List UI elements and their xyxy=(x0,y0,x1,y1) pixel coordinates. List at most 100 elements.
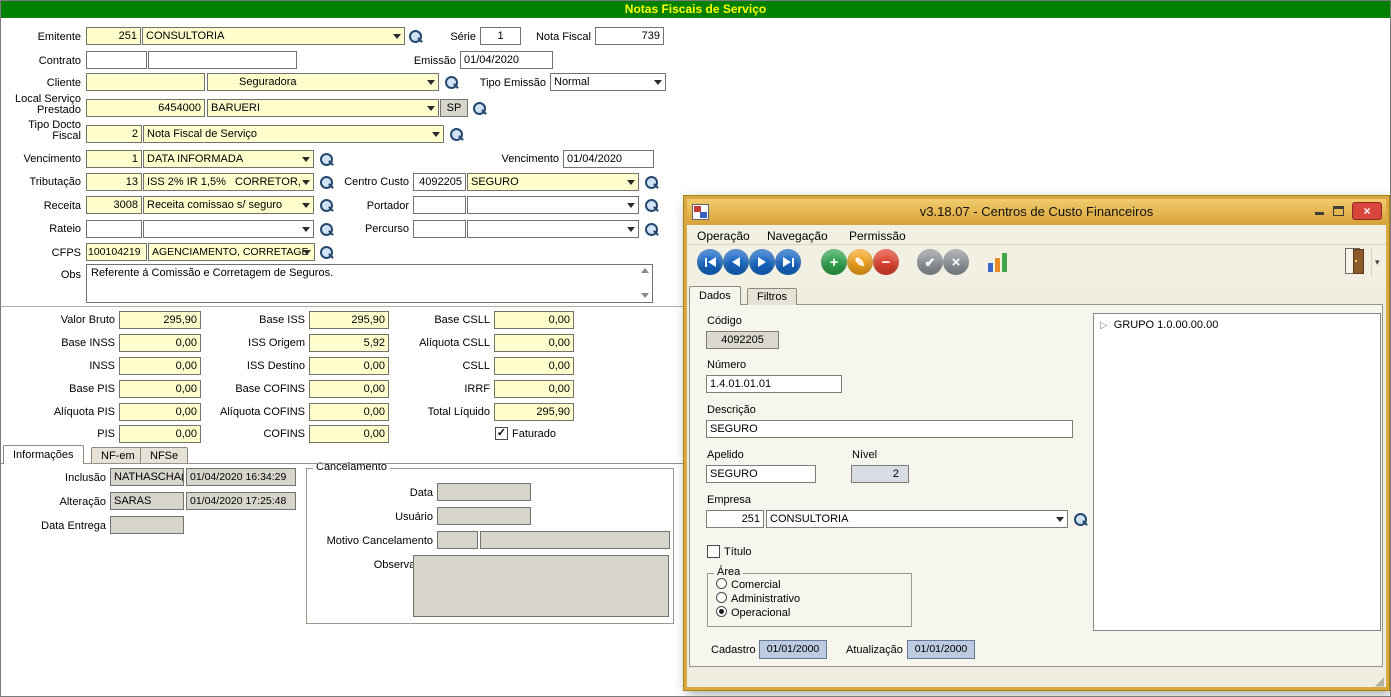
search-icon[interactable] xyxy=(319,152,334,167)
nivel-field[interactable]: 2 xyxy=(851,465,909,483)
serie-field[interactable]: 1 xyxy=(480,27,521,45)
base-inss-field[interactable]: 0,00 xyxy=(119,334,201,352)
numero-field[interactable]: 1.4.01.01.01 xyxy=(706,375,842,393)
menu-operacao[interactable]: Operação xyxy=(697,229,750,243)
inss-field[interactable]: 0,00 xyxy=(119,357,201,375)
tree-item-grupo[interactable]: ▷ GRUPO 1.0.00.00.00 xyxy=(1100,319,1218,331)
nota-fiscal-field[interactable]: 739 xyxy=(595,27,664,45)
minimize-icon[interactable] xyxy=(1315,212,1324,215)
menu-navegacao[interactable]: Navegação xyxy=(767,229,828,243)
data-entrega-field[interactable] xyxy=(110,516,184,534)
percurso-code-field[interactable] xyxy=(413,220,466,238)
search-icon[interactable] xyxy=(644,198,659,213)
exit-door-icon[interactable] xyxy=(1345,248,1367,275)
search-icon[interactable] xyxy=(472,101,487,116)
radio-comercial[interactable] xyxy=(716,578,727,589)
contrato-code-field[interactable] xyxy=(86,51,147,69)
contrato-desc-field[interactable] xyxy=(148,51,297,69)
empresa-combobox[interactable]: CONSULTORIA xyxy=(766,510,1068,528)
radio-operacional[interactable] xyxy=(716,606,727,617)
dialog-titlebar[interactable]: v3.18.07 - Centros de Custo Financeiros … xyxy=(687,199,1386,225)
search-icon[interactable] xyxy=(449,127,464,142)
bar-chart-icon[interactable] xyxy=(987,250,1009,273)
cancelamento-data-field[interactable] xyxy=(437,483,531,501)
irrf-field[interactable]: 0,00 xyxy=(494,380,574,398)
last-record-button[interactable] xyxy=(775,249,801,275)
emitente-code-field[interactable]: 251 xyxy=(86,27,141,45)
scroll-down-icon[interactable] xyxy=(641,293,649,298)
tab-nfse[interactable]: NFSe xyxy=(140,447,188,464)
menu-permissao[interactable]: Permissão xyxy=(849,229,906,243)
cliente-combobox[interactable]: Seguradora xyxy=(207,73,439,91)
local-servico-code-field[interactable]: 6454000 xyxy=(86,99,205,117)
aliquota-pis-field[interactable]: 0,00 xyxy=(119,403,201,421)
tipo-docto-combobox[interactable]: Nota Fiscal de Serviço xyxy=(143,125,444,143)
aliquota-csll-field[interactable]: 0,00 xyxy=(494,334,574,352)
toolbar-overflow-icon[interactable]: ▾ xyxy=(1375,257,1380,268)
local-servico-combobox[interactable]: BARUERI xyxy=(207,99,439,117)
search-icon[interactable] xyxy=(644,222,659,237)
maximize-icon[interactable] xyxy=(1333,206,1344,216)
close-icon[interactable]: × xyxy=(1352,202,1382,220)
portador-code-field[interactable] xyxy=(413,196,466,214)
tab-nf-em[interactable]: NF-em xyxy=(91,447,145,464)
faturado-checkbox[interactable]: ✓ xyxy=(495,427,508,440)
valor-bruto-field[interactable]: 295,90 xyxy=(119,311,201,329)
uf-field[interactable]: SP xyxy=(440,99,468,117)
search-icon[interactable] xyxy=(319,175,334,190)
inclusao-user-field[interactable]: NATHASCHA( xyxy=(110,468,184,486)
chevron-right-icon[interactable]: ▷ xyxy=(1100,320,1108,331)
base-pis-field[interactable]: 0,00 xyxy=(119,380,201,398)
tab-informacoes[interactable]: Informações xyxy=(3,445,84,464)
descricao-field[interactable]: SEGURO xyxy=(706,420,1073,438)
empresa-code-field[interactable]: 251 xyxy=(706,510,764,528)
search-icon[interactable] xyxy=(644,175,659,190)
rateio-combobox[interactable] xyxy=(143,220,314,238)
motivo-cancelamento-desc-field[interactable] xyxy=(480,531,670,549)
alteracao-user-field[interactable]: SARAS xyxy=(110,492,184,510)
tipo-docto-code-field[interactable]: 2 xyxy=(86,125,142,143)
percurso-combobox[interactable] xyxy=(467,220,639,238)
cadastro-field[interactable]: 01/01/2000 xyxy=(759,640,827,659)
receita-combobox[interactable]: Receita comissao s/ seguro xyxy=(143,196,314,214)
codigo-field[interactable]: 4092205 xyxy=(706,331,779,349)
search-icon[interactable] xyxy=(319,222,334,237)
tributacao-combobox[interactable]: ISS 2% IR 1,5% CORRETOR, xyxy=(143,173,314,191)
edit-button[interactable]: ✎ xyxy=(847,249,873,275)
tab-filtros[interactable]: Filtros xyxy=(747,288,797,305)
titulo-checkbox[interactable] xyxy=(707,545,720,558)
atualizacao-field[interactable]: 01/01/2000 xyxy=(907,640,975,659)
obs-textarea[interactable]: Referente á Comissão e Corretagem de Seg… xyxy=(86,264,653,303)
vencimento-code-field[interactable]: 1 xyxy=(86,150,142,168)
cancelamento-usuario-field[interactable] xyxy=(437,507,531,525)
centro-custo-code-field[interactable]: 4092205 xyxy=(413,173,466,191)
tab-dados[interactable]: Dados xyxy=(689,286,741,305)
confirm-button[interactable]: ✔ xyxy=(917,249,943,275)
next-record-button[interactable] xyxy=(749,249,775,275)
cfps-combobox[interactable]: AGENCIAMENTO, CORRETAGE xyxy=(148,243,315,261)
centro-custo-combobox[interactable]: SEGURO xyxy=(467,173,639,191)
search-icon[interactable] xyxy=(444,75,459,90)
receita-code-field[interactable]: 3008 xyxy=(86,196,142,214)
cancelamento-observacao-field[interactable] xyxy=(413,555,669,617)
add-button[interactable]: + xyxy=(821,249,847,275)
first-record-button[interactable] xyxy=(697,249,723,275)
radio-administrativo[interactable] xyxy=(716,592,727,603)
resize-grip[interactable]: ◢ xyxy=(1375,675,1384,687)
portador-combobox[interactable] xyxy=(467,196,639,214)
inclusao-datetime-field[interactable]: 01/04/2020 16:34:29 xyxy=(186,468,296,486)
tributacao-code-field[interactable]: 13 xyxy=(86,173,142,191)
search-icon[interactable] xyxy=(1073,512,1088,527)
total-liquido-field[interactable]: 295,90 xyxy=(494,403,574,421)
alteracao-datetime-field[interactable]: 01/04/2020 17:25:48 xyxy=(186,492,296,510)
vencimento-combobox[interactable]: DATA INFORMADA xyxy=(143,150,314,168)
main-window-titlebar[interactable]: Notas Fiscais de Serviço xyxy=(1,1,1390,18)
cancel-button[interactable]: × xyxy=(943,249,969,275)
tipo-emissao-combobox[interactable]: Normal xyxy=(550,73,666,91)
cofins-field[interactable]: 0,00 xyxy=(309,425,389,443)
vencimento-date-field[interactable]: 01/04/2020 xyxy=(563,150,654,168)
cliente-code-field[interactable] xyxy=(86,73,205,91)
emitente-combobox[interactable]: CONSULTORIA xyxy=(142,27,405,45)
scroll-up-icon[interactable] xyxy=(641,268,649,273)
motivo-cancelamento-code-field[interactable] xyxy=(437,531,478,549)
